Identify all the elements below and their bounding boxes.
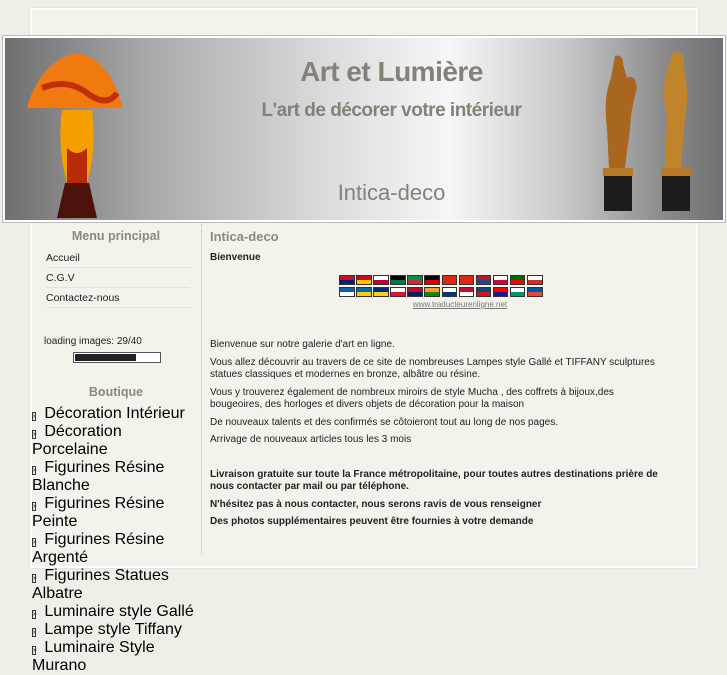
shop-item-label: Lampe style Tiffany — [44, 621, 182, 638]
shop-item[interactable]: › Luminaire Style Murano — [32, 639, 200, 675]
menu-item-cgv[interactable]: C.G.V — [46, 268, 190, 288]
language-flag-icon[interactable] — [339, 275, 355, 285]
paragraph: Vous allez découvrir au travers de ce si… — [210, 356, 655, 381]
language-flag-icon[interactable] — [424, 287, 440, 297]
arrow-bullet-icon: › — [32, 502, 37, 511]
language-flag-icon[interactable] — [458, 275, 475, 285]
paragraph: Arrivage de nouveaux articles tous les 3… — [210, 434, 412, 445]
language-flag-icon[interactable] — [339, 287, 355, 297]
language-flag-icon[interactable] — [475, 287, 492, 297]
shop-title: Boutique — [88, 385, 144, 399]
language-flag-icon[interactable] — [390, 275, 406, 285]
shop-item[interactable]: › Figurines Résine Peinte — [32, 495, 200, 531]
arrow-bullet-icon: › — [32, 574, 37, 583]
translator-link[interactable]: www.traducteurenligne.net — [210, 300, 660, 309]
shop-item[interactable]: › Lampe style Tiffany — [32, 621, 200, 639]
shop-item-label: Figurines Résine Argenté — [32, 531, 165, 566]
column-divider — [201, 224, 202, 554]
shop-item-label: Figurines Résine Blanche — [32, 459, 165, 494]
language-flag-icon[interactable] — [424, 275, 440, 285]
bronze-statues-image — [603, 51, 691, 211]
arrow-bullet-icon: › — [32, 646, 37, 655]
language-flag-icon[interactable] — [475, 275, 492, 285]
language-flag-icon[interactable] — [390, 287, 406, 297]
language-flag-icon[interactable] — [441, 275, 458, 285]
content-title: Intica-deco — [210, 229, 279, 244]
sidebar: Menu principal Accueil C.G.V Contactez-n… — [32, 222, 200, 675]
shop-item[interactable]: › Figurines Résine Argenté — [32, 531, 200, 567]
paragraph: Bienvenue sur notre galerie d'art en lig… — [210, 339, 395, 350]
language-flag-icon[interactable] — [527, 287, 543, 297]
language-flags — [325, 275, 545, 297]
shop-item-label: Figurines Résine Peinte — [32, 495, 165, 530]
loading-text: loading images: 29/40 — [44, 336, 142, 347]
shop-item-label: Décoration Porcelaine — [32, 423, 122, 458]
shop-item[interactable]: › Figurines Résine Blanche — [32, 459, 200, 495]
language-flag-icon[interactable] — [509, 275, 526, 285]
language-flag-icon[interactable] — [527, 275, 543, 285]
language-flag-icon[interactable] — [458, 287, 475, 297]
shop-item[interactable]: › Décoration Intérieur — [32, 405, 200, 423]
bold-paragraph: Livraison gratuite sur toute la France m… — [210, 468, 658, 493]
language-flag-icon[interactable] — [356, 275, 372, 285]
paragraph: Vous y trouverez également de nombreux m… — [210, 386, 614, 411]
shop-item-label: Luminaire style Gallé — [44, 603, 194, 620]
language-flag-icon[interactable] — [373, 275, 389, 285]
language-flag-icon[interactable] — [407, 275, 423, 285]
arrow-bullet-icon: › — [32, 538, 37, 547]
language-flag-icon[interactable] — [509, 287, 526, 297]
menu-item-accueil[interactable]: Accueil — [46, 248, 190, 268]
shop-item-label: Luminaire Style Murano — [32, 639, 155, 674]
shop-item-label: Décoration Intérieur — [44, 405, 185, 422]
shop-item[interactable]: › Figurines Statues Albatre — [32, 567, 200, 603]
arrow-bullet-icon: › — [32, 466, 37, 475]
shop-item[interactable]: › Décoration Porcelaine — [32, 423, 200, 459]
arrow-bullet-icon: › — [32, 430, 37, 439]
shop-item[interactable]: › Luminaire style Gallé — [32, 603, 200, 621]
arrow-bullet-icon: › — [32, 610, 37, 619]
bold-paragraph: N'hésitez pas à nous contacter, nous ser… — [210, 498, 542, 510]
paragraph: De nouveaux talents et des confirmés se … — [210, 416, 558, 428]
loading-progress-bar — [73, 352, 161, 363]
header-banner: Art et Lumière L'art de décorer votre in… — [2, 35, 726, 223]
menu-item-contact[interactable]: Contactez-nous — [46, 288, 190, 308]
bold-paragraph: Des photos supplémentaires peuvent être … — [210, 516, 534, 527]
language-flag-icon[interactable] — [356, 287, 372, 297]
shop-item-label: Figurines Statues Albatre — [32, 567, 169, 602]
menu-title: Menu principal — [71, 229, 161, 243]
welcome-heading: Bienvenue — [210, 252, 261, 263]
language-flag-icon[interactable] — [492, 275, 509, 285]
arrow-bullet-icon: › — [32, 628, 37, 637]
language-flag-icon[interactable] — [407, 287, 423, 297]
arrow-bullet-icon: › — [32, 412, 37, 421]
progress-fill — [75, 354, 136, 361]
shop-list: › Décoration Intérieur › Décoration Porcela… — [32, 405, 200, 675]
language-flag-icon[interactable] — [373, 287, 389, 297]
main-menu: Accueil C.G.V Contactez-nous — [32, 248, 200, 308]
main-content: Intica-deco Bienvenue www.traducteurenli… — [210, 222, 660, 529]
language-flag-icon[interactable] — [441, 287, 458, 297]
language-flag-icon[interactable] — [492, 287, 509, 297]
